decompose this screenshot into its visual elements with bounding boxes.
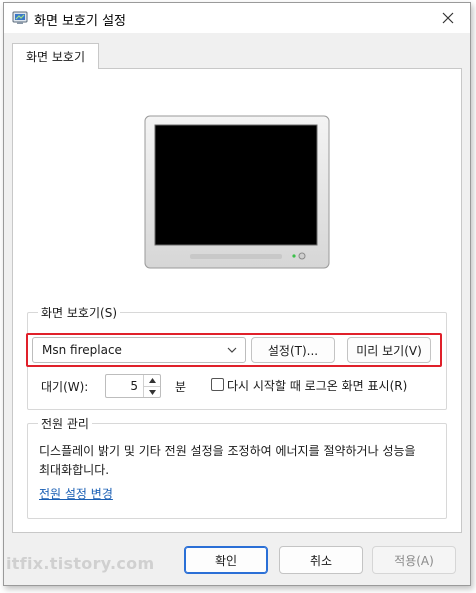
watermark-text: itfix.tistory.com bbox=[6, 554, 155, 573]
resume-logon-checkbox[interactable] bbox=[211, 378, 224, 391]
wait-value: 5 bbox=[130, 379, 138, 393]
power-group-label: 전원 관리 bbox=[38, 415, 92, 432]
chevron-down-icon bbox=[227, 347, 237, 353]
screensaver-dropdown-value: Msn fireplace bbox=[42, 343, 122, 357]
arrow-down-icon bbox=[148, 389, 156, 395]
close-button[interactable] bbox=[432, 5, 464, 31]
settings-button[interactable]: 설정(T)... bbox=[251, 337, 335, 363]
screensaver-settings-window: 화면 보호기 설정 화면 보호기 화면 보호기(S) Msn fireplace… bbox=[3, 2, 471, 586]
power-description: 디스플레이 밝기 및 기타 전원 설정을 조정하여 에너지를 절약하거나 성능을… bbox=[39, 444, 416, 477]
arrow-up-icon bbox=[148, 378, 156, 383]
title-bar: 화면 보호기 설정 bbox=[4, 3, 470, 33]
minutes-unit-label: 분 bbox=[175, 380, 187, 394]
stepper-down-button[interactable] bbox=[144, 386, 160, 397]
tab-panel: 화면 보호기(S) Msn fireplace 설정(T)... 미리 보기(V… bbox=[12, 68, 462, 533]
screensaver-dropdown[interactable]: Msn fireplace bbox=[32, 337, 246, 363]
wait-minutes-stepper[interactable]: 5 bbox=[105, 374, 161, 398]
apply-button[interactable]: 적용(A) bbox=[372, 546, 456, 574]
resume-logon-label[interactable]: 다시 시작할 때 로그온 화면 표시(R) bbox=[227, 377, 407, 394]
change-power-settings-link[interactable]: 전원 설정 변경 bbox=[39, 485, 113, 502]
tab-screensaver[interactable]: 화면 보호기 bbox=[12, 43, 99, 69]
stepper-up-button[interactable] bbox=[144, 375, 160, 386]
stepper-arrows bbox=[143, 375, 160, 397]
screensaver-group-label: 화면 보호기(S) bbox=[38, 304, 120, 321]
wait-label: 대기(W): bbox=[41, 380, 89, 394]
cancel-button[interactable]: 취소 bbox=[279, 546, 363, 574]
ok-button[interactable]: 확인 bbox=[184, 546, 268, 574]
close-icon bbox=[442, 12, 454, 24]
window-title: 화면 보호기 설정 bbox=[34, 14, 126, 29]
monitor-preview bbox=[144, 115, 330, 272]
screensaver-app-icon bbox=[12, 10, 28, 26]
preview-button[interactable]: 미리 보기(V) bbox=[347, 337, 431, 363]
